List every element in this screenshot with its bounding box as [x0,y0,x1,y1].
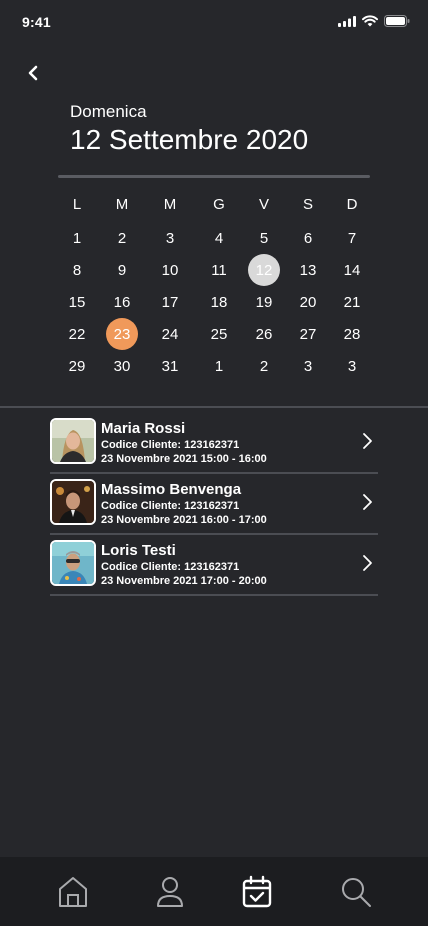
day-header: G [213,195,225,213]
calendar-day[interactable]: 10 [150,254,190,286]
day-header: M [115,195,129,213]
calendar-day[interactable]: 15 [57,286,97,318]
calendar-week-row: 8 9 10 11 12 13 14 [55,254,375,286]
calendar-day[interactable]: 25 [199,318,239,350]
calendar-check-icon [242,875,272,908]
day-header: L [72,195,82,213]
day-header: M [163,195,177,213]
appointment-time: 23 Novembre 2021 16:00 - 17:00 [101,514,267,526]
calendar-day[interactable]: 27 [288,318,328,350]
status-icons [338,15,410,27]
tab-profile[interactable] [152,874,188,910]
user-icon [157,877,183,907]
calendar-day[interactable]: 14 [332,254,372,286]
calendar-day[interactable]: 13 [288,254,328,286]
home-icon [59,877,87,907]
avatar [50,540,96,586]
calendar-weekday-header: LMMGVSD [55,188,375,220]
calendar-day[interactable]: 3 [288,350,328,382]
signal-icon [338,15,356,27]
calendar-week-row: 22 23 24 25 26 27 28 [55,318,375,350]
calendar-day[interactable]: 31 [150,350,190,382]
appointment-name: Massimo Benvenga [101,481,242,498]
calendar-day[interactable]: 7 [332,222,372,254]
appointment-item[interactable]: Loris Testi Codice Cliente: 123162371 23… [48,536,378,597]
chevron-right-icon [363,494,372,510]
calendar-day[interactable]: 6 [288,222,328,254]
calendar-day[interactable]: 18 [199,286,239,318]
tab-search[interactable] [338,874,374,910]
calendar-divider [58,175,370,178]
day-header: D [346,195,358,213]
date-title: 12 Settembre 2020 [70,124,309,155]
calendar-day[interactable]: 29 [57,350,97,382]
weekday-label: Domenica [70,102,147,121]
chevron-right-icon [363,433,372,449]
list-divider [0,406,428,408]
calendar-day[interactable]: 21 [332,286,372,318]
appointment-name: Maria Rossi [101,420,186,437]
appointment-code: Codice Cliente: 123162371 [101,561,240,573]
status-time: 9:41 [22,14,51,30]
calendar-day[interactable]: 4 [199,222,239,254]
wifi-icon [362,15,378,27]
calendar-day[interactable]: 20 [288,286,328,318]
calendar-day[interactable]: 11 [199,254,239,286]
appointment-list: Maria Rossi Codice Cliente: 123162371 23… [48,414,378,597]
calendar-day[interactable]: 8 [57,254,97,286]
calendar-day[interactable]: 1 [57,222,97,254]
appointment-time: 23 Novembre 2021 17:00 - 20:00 [101,575,267,587]
row-divider [50,594,378,596]
row-divider [50,472,378,474]
calendar-day[interactable]: 5 [244,222,284,254]
tab-bar [0,857,428,926]
calendar-day[interactable]: 22 [57,318,97,350]
calendar-day[interactable]: 3 [332,350,372,382]
calendar-day[interactable]: 24 [150,318,190,350]
calendar-week-row: 29 30 31 1 2 3 3 [55,350,375,382]
battery-icon [384,15,410,27]
calendar-day[interactable]: 2 [102,222,142,254]
appointment-name: Loris Testi [101,542,176,559]
calendar-day[interactable]: 1 [199,350,239,382]
tab-home[interactable] [55,874,91,910]
appointment-time: 23 Novembre 2021 15:00 - 16:00 [101,453,267,465]
calendar-day[interactable]: 2 [244,350,284,382]
day-header: S [302,195,313,213]
calendar-day-today[interactable]: 23 [102,318,142,350]
calendar-day[interactable]: 17 [150,286,190,318]
calendar-day[interactable]: 16 [102,286,142,318]
appointment-code: Codice Cliente: 123162371 [101,500,240,512]
calendar-week-row: 1234567 [55,222,375,254]
tab-calendar[interactable] [239,874,275,910]
calendar-day[interactable]: 30 [102,350,142,382]
calendar-day-selected[interactable]: 12 [244,254,284,286]
calendar-day[interactable]: 9 [102,254,142,286]
calendar-day[interactable]: 26 [244,318,284,350]
appointment-item[interactable]: Maria Rossi Codice Cliente: 123162371 23… [48,414,378,475]
appointment-item[interactable]: Massimo Benvenga Codice Cliente: 1231623… [48,475,378,536]
day-header: V [258,195,269,213]
calendar-grid: L M M G V S D 1 2 3 4 5 6 7 8 9 10 11 12 13 14 15 16 17 18 19 20 21… [55,188,375,382]
calendar-day[interactable]: 19 [244,286,284,318]
chevron-left-icon [28,65,38,81]
search-icon [342,878,371,907]
appointment-code: Codice Cliente: 123162371 [101,439,240,451]
chevron-right-icon [363,555,372,571]
status-bar: 9:41 [0,0,428,44]
calendar-day[interactable]: 3 [150,222,190,254]
calendar-week-row: 15 16 17 18 19 20 21 [55,286,375,318]
back-button[interactable] [22,62,44,84]
row-divider [50,533,378,535]
avatar [50,479,96,525]
avatar [50,418,96,464]
calendar-day[interactable]: 28 [332,318,372,350]
